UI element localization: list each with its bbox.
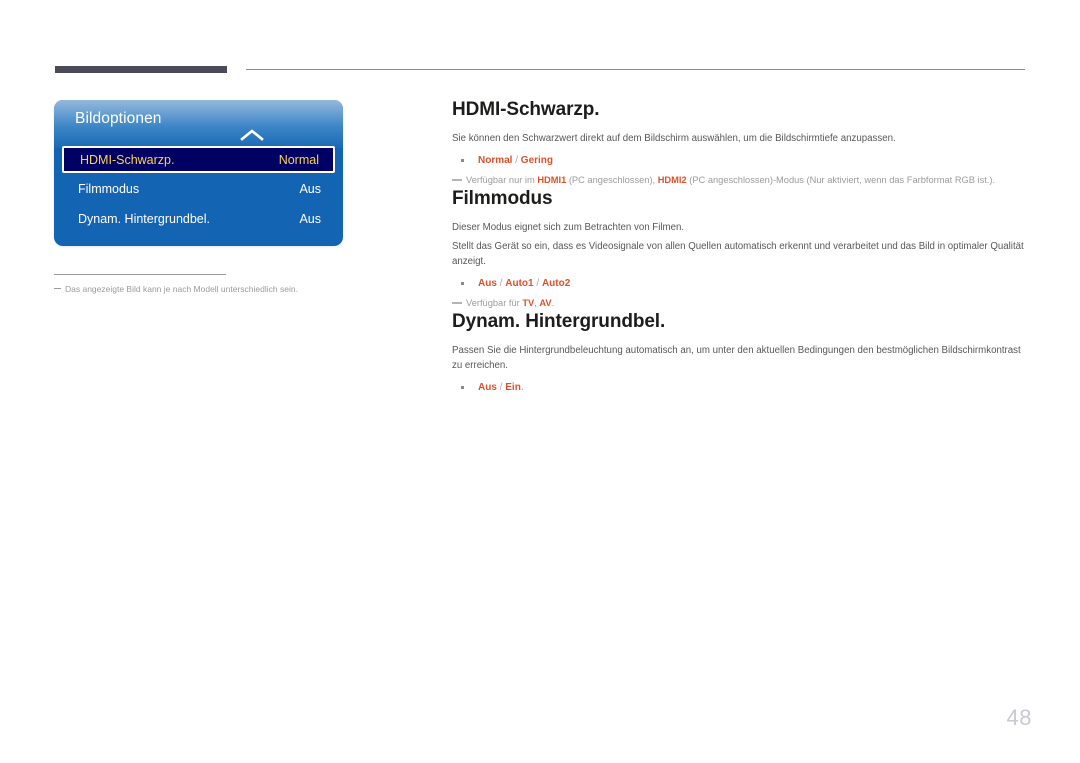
header-rule-thin xyxy=(246,69,1025,70)
note-mid: (PC angeschlossen), xyxy=(566,175,658,185)
page-number: 48 xyxy=(1006,705,1032,730)
header-rule-thick xyxy=(55,66,227,73)
option-list: Aus / Auto1 / Auto2 xyxy=(452,276,1026,291)
bullet-icon xyxy=(461,159,464,162)
option-item: Aus / Auto1 / Auto2 xyxy=(452,276,1026,291)
section-paragraph: Sie können den Schwarzwert direkt auf de… xyxy=(452,133,896,144)
note-bold-tv: TV xyxy=(522,298,535,308)
section-title: HDMI-Schwarzp. xyxy=(452,99,600,120)
option-value-3: Auto2 xyxy=(541,278,571,289)
osd-menu-title: Bildoptionen xyxy=(75,110,162,127)
note-lead: Verfügbar nur im xyxy=(466,175,538,185)
osd-menu-panel: Bildoptionen HDMI-Schwarzp. Normal Filmm… xyxy=(54,100,343,246)
section-filmmodus: Filmmodus Dieser Modus eignet sich zum B… xyxy=(452,187,1026,310)
option-item: Aus / Ein. xyxy=(452,380,1026,395)
osd-row-hdmi-schwarzp[interactable]: HDMI-Schwarzp. Normal xyxy=(62,146,335,173)
option-item: Normal / Gering xyxy=(452,153,1026,168)
option-separator-1: / xyxy=(496,278,506,289)
section-hdmi-schwarzp: HDMI-Schwarzp. Sie können den Schwarzwer… xyxy=(452,98,1026,187)
option-separator: / xyxy=(496,382,506,393)
osd-row-label: Dynam. Hintergrundbel. xyxy=(78,211,211,226)
osd-row-dynam-hintergrundbel[interactable]: Dynam. Hintergrundbel. Aus xyxy=(54,204,343,233)
bullet-icon xyxy=(461,282,464,285)
note-tail: (PC angeschlossen)-Modus (Nur aktiviert,… xyxy=(686,175,996,185)
note-tail: . xyxy=(551,298,555,308)
footnote-dash-icon xyxy=(54,288,61,290)
option-tail: . xyxy=(520,382,524,393)
osd-footnote: Das angezeigte Bild kann je nach Modell … xyxy=(54,283,374,295)
section-paragraph-1: Dieser Modus eignet sich zum Betrachten … xyxy=(452,222,685,233)
option-list: Normal / Gering xyxy=(452,153,1026,168)
note-lead: Verfügbar für xyxy=(466,298,523,308)
note-bold-av: AV xyxy=(539,298,552,308)
chevron-up-icon[interactable] xyxy=(236,128,268,142)
osd-row-value: Aus xyxy=(299,181,321,196)
section-title: Dynam. Hintergrundbel. xyxy=(452,311,666,332)
note-bold-hdmi1: HDMI1 xyxy=(537,175,567,185)
footnote-divider xyxy=(54,274,226,275)
option-value-2: Ein xyxy=(505,382,521,393)
osd-menu-header: Bildoptionen xyxy=(54,100,343,148)
option-value-1: Aus xyxy=(478,382,497,393)
osd-row-value: Aus xyxy=(299,211,321,226)
osd-row-label: HDMI-Schwarzp. xyxy=(80,152,175,167)
bullet-icon xyxy=(461,386,464,389)
section-paragraph-2: Stellt das Gerät so ein, dass es Videosi… xyxy=(452,241,1024,267)
option-list: Aus / Ein. xyxy=(452,380,1026,395)
section-note: Verfügbar nur im HDMI1 (PC angeschlossen… xyxy=(452,173,1026,187)
osd-row-value: Normal xyxy=(278,152,319,167)
option-value-1: Normal xyxy=(478,155,513,166)
main-content: HDMI-Schwarzp. Sie können den Schwarzwer… xyxy=(452,98,1026,395)
option-separator: / xyxy=(512,155,521,166)
option-value-1: Aus xyxy=(478,278,497,289)
note-dash-icon xyxy=(452,179,462,181)
osd-row-label: Filmmodus xyxy=(78,181,140,196)
option-value-2: Gering xyxy=(520,155,554,166)
section-paragraph: Passen Sie die Hintergrundbeleuchtung au… xyxy=(452,345,1021,371)
osd-menu-rows: HDMI-Schwarzp. Normal Filmmodus Aus Dyna… xyxy=(54,146,343,233)
osd-footnote-text: Das angezeigte Bild kann je nach Modell … xyxy=(65,284,298,294)
section-note: Verfügbar für TV, AV. xyxy=(452,296,1026,310)
section-title: Filmmodus xyxy=(452,188,553,209)
note-dash-icon xyxy=(452,302,462,304)
option-value-2: Auto1 xyxy=(505,278,534,289)
note-bold-hdmi2: HDMI2 xyxy=(657,175,687,185)
option-separator-2: / xyxy=(533,278,542,289)
section-dynam-hintergrundbel: Dynam. Hintergrundbel. Passen Sie die Hi… xyxy=(452,310,1026,395)
osd-row-filmmodus[interactable]: Filmmodus Aus xyxy=(54,174,343,203)
manual-page: Bildoptionen HDMI-Schwarzp. Normal Filmm… xyxy=(0,0,1080,763)
